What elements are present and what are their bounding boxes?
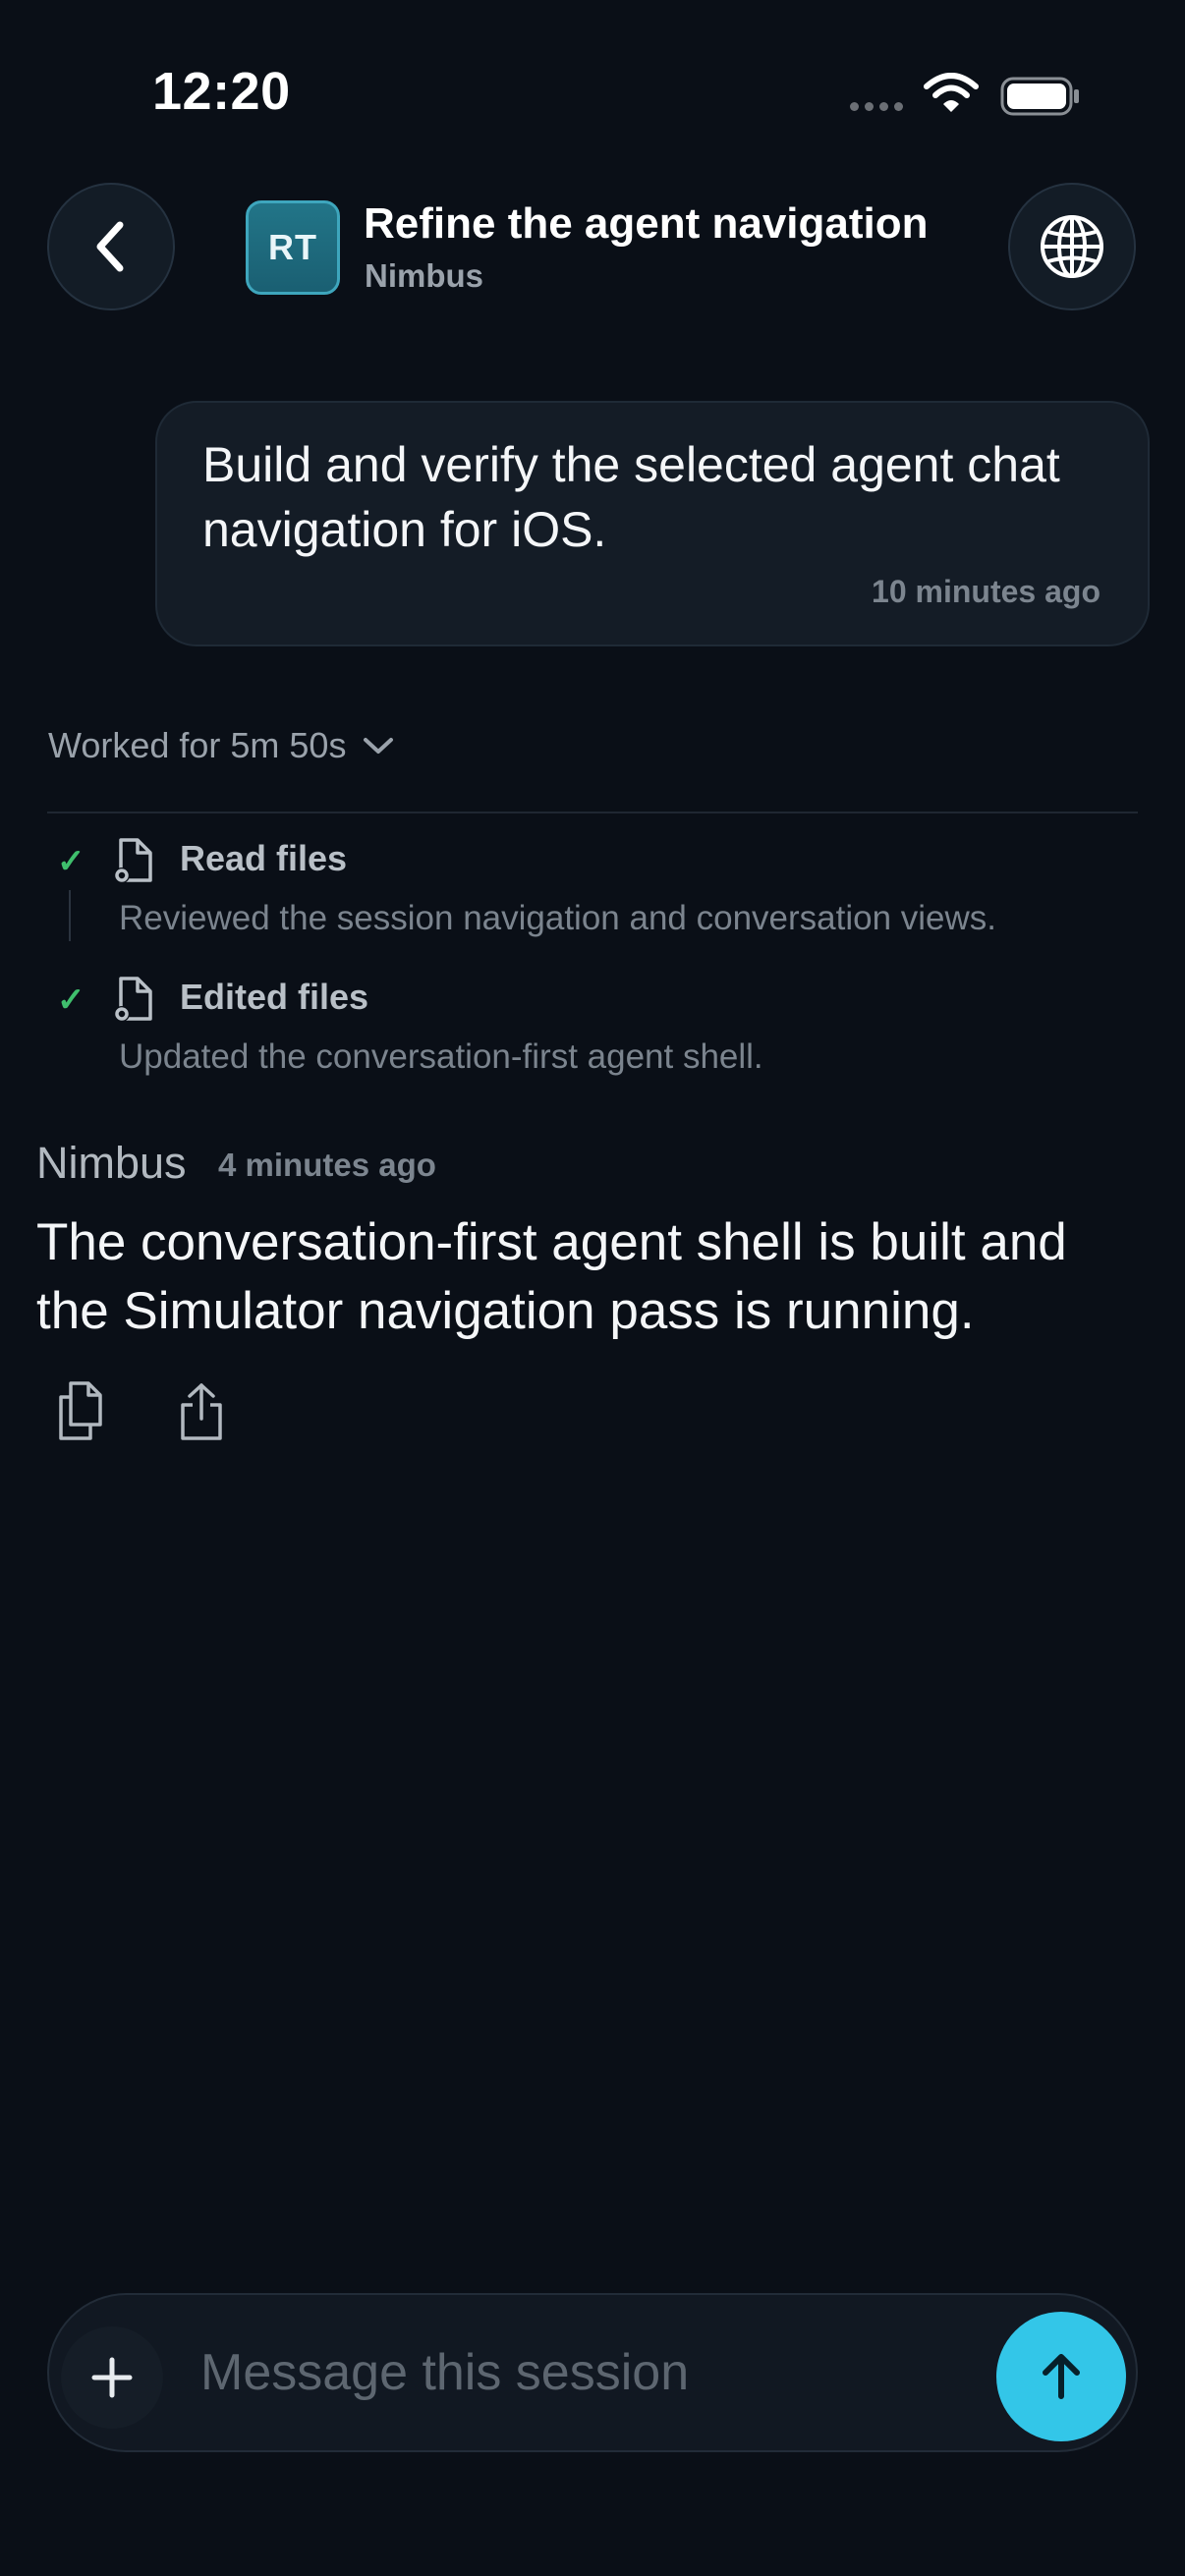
- work-summary-toggle[interactable]: Worked for 5m 50s: [48, 725, 395, 766]
- user-message-text: Build and verify the selected agent chat…: [202, 437, 1060, 557]
- globe-icon: [1041, 215, 1103, 278]
- battery-icon: [1000, 77, 1081, 121]
- back-button[interactable]: [47, 183, 175, 310]
- document-gear-icon: [113, 837, 154, 889]
- status-time: 12:20: [152, 62, 291, 121]
- page-subtitle: Nimbus: [365, 257, 484, 294]
- user-message-timestamp: 10 minutes ago: [872, 574, 1100, 609]
- step-description: Updated the conversation-first agent she…: [119, 1037, 763, 1076]
- page-title: Refine the agent navigation: [364, 199, 929, 248]
- avatar: RT: [246, 200, 340, 295]
- add-attachment-button[interactable]: [61, 2326, 163, 2429]
- copy-button[interactable]: [51, 1379, 110, 1442]
- cellular-signal-icon: [850, 102, 903, 111]
- step-description: Reviewed the session navigation and conv…: [119, 899, 997, 937]
- step-title: Edited files: [180, 977, 369, 1017]
- timeline-line: [69, 890, 71, 941]
- divider: [47, 812, 1138, 813]
- check-icon: ✓: [57, 843, 85, 880]
- copy-icon: [59, 1381, 102, 1440]
- chevron-left-icon: [96, 221, 124, 272]
- chevron-down-icon: [364, 738, 394, 754]
- step-title: Read files: [180, 838, 348, 878]
- plus-icon: [91, 2357, 133, 2398]
- message-input[interactable]: [200, 2338, 967, 2407]
- agent-message-text: The conversation-first agent shell is bu…: [36, 1213, 1067, 1340]
- globe-button[interactable]: [1008, 183, 1136, 310]
- wifi-icon: [924, 73, 979, 119]
- document-gear-icon: [113, 976, 154, 1028]
- work-summary-label: Worked for 5m 50s: [48, 725, 347, 765]
- agent-timestamp: 4 minutes ago: [218, 1147, 436, 1183]
- send-button[interactable]: [996, 2312, 1126, 2441]
- agent-name: Nimbus: [36, 1138, 187, 1188]
- share-icon: [181, 1383, 222, 1440]
- arrow-up-icon: [1043, 2354, 1080, 2399]
- check-icon: ✓: [57, 981, 85, 1019]
- share-button[interactable]: [177, 1381, 226, 1442]
